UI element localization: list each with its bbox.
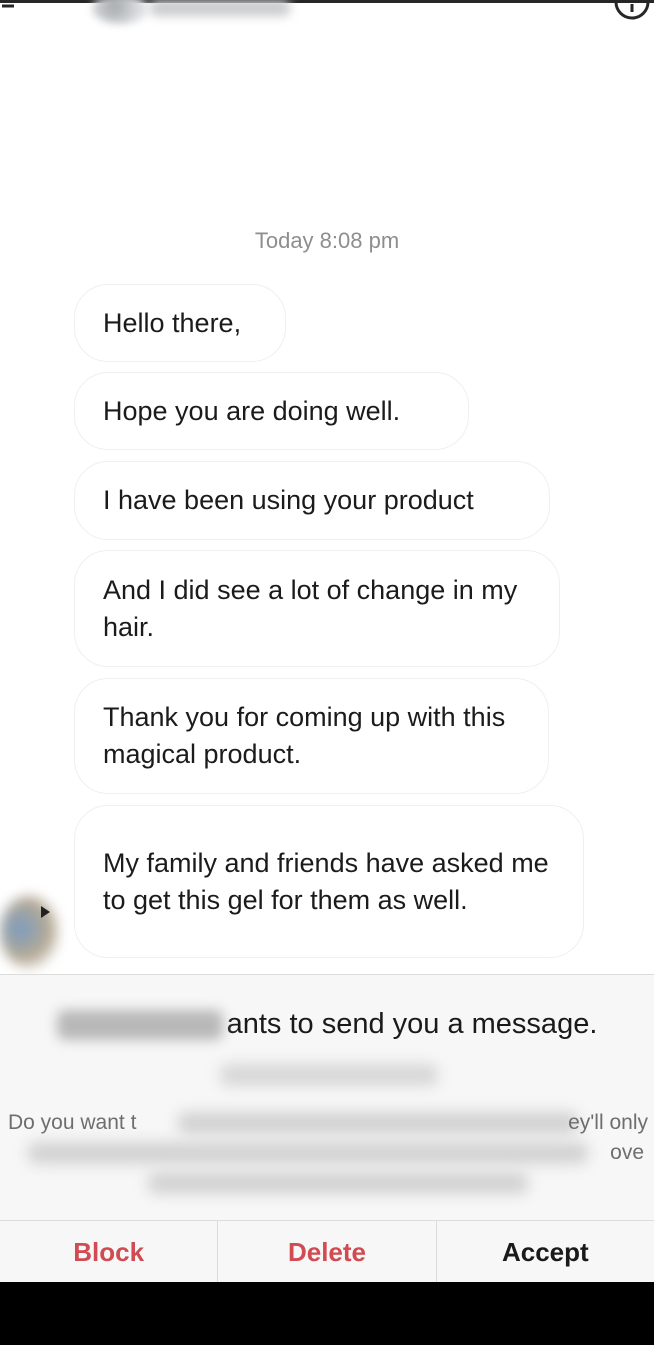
message-text: I have been using your product <box>103 485 474 515</box>
message-text: And I did see a lot of change in my hair… <box>103 574 518 642</box>
system-navigation-bar <box>0 1282 654 1345</box>
message-text: Hope you are doing well. <box>103 395 401 426</box>
accept-button[interactable]: Accept <box>435 1221 654 1283</box>
arrow-left-icon[interactable] <box>0 0 22 18</box>
request-description-start: Do you want t <box>8 1111 137 1134</box>
request-description-line: Do you want t ey'll only <box>8 1108 648 1138</box>
blurred-text <box>148 1172 528 1194</box>
requester-name-blurred <box>56 1010 223 1041</box>
message-bubble[interactable]: And I did see a lot of change in my hair… <box>74 550 560 667</box>
request-title: ants to send you a message. <box>0 1008 654 1041</box>
request-title-text: ants to send you a message. <box>226 1008 598 1040</box>
message-bubble[interactable]: Hope you are doing well. <box>74 372 469 450</box>
request-description-line <box>8 1168 648 1198</box>
message-bubble[interactable]: My family and friends have asked me to g… <box>74 805 584 958</box>
block-button[interactable]: Block <box>0 1221 217 1283</box>
request-description-end: ove <box>610 1141 644 1164</box>
request-description-end: ey'll only <box>568 1111 648 1134</box>
message-timestamp: Today 8:08 pm <box>254 228 400 253</box>
request-subtitle-blurred <box>220 1064 438 1086</box>
message-bubble[interactable]: I have been using your product <box>74 461 550 540</box>
contact-name-blurred[interactable] <box>150 0 290 16</box>
info-icon[interactable] <box>612 0 652 22</box>
request-description: Do you want t ey'll only ove <box>8 1108 648 1198</box>
conversation-header <box>0 0 654 30</box>
request-actions: Block Delete Accept <box>0 1220 654 1283</box>
contact-avatar[interactable] <box>92 0 148 24</box>
message-text: Hello there, <box>103 307 242 338</box>
sender-indicator-icon <box>41 906 50 918</box>
message-bubble[interactable]: Hello there, <box>74 284 286 362</box>
message-bubble[interactable]: Thank you for coming up with this magica… <box>74 678 549 794</box>
delete-button[interactable]: Delete <box>217 1221 435 1283</box>
blurred-text <box>28 1142 588 1164</box>
message-text: Thank you for coming up with this magica… <box>103 702 506 769</box>
message-text: My family and friends have asked me to g… <box>103 847 549 915</box>
blurred-text <box>178 1112 578 1134</box>
request-description-line: ove <box>8 1138 648 1168</box>
